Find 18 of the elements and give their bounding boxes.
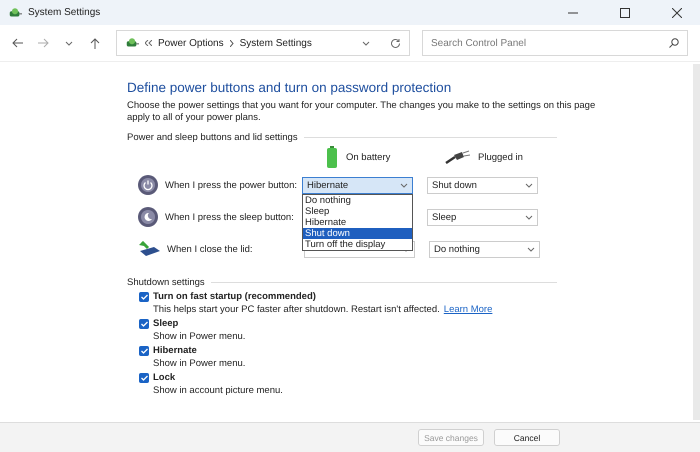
section-title: Power and sleep buttons and lid settings: [127, 132, 298, 143]
option-label: Hibernate: [153, 345, 197, 356]
setting-label: When I close the lid:: [167, 244, 254, 254]
intro-text: Choose the power settings that you want for your computer. The changes you make to the settings on this page apply to all of your power plans.: [127, 100, 596, 124]
setting-label: When I press the sleep button:: [165, 212, 295, 222]
section-title: Shutdown settings: [127, 277, 205, 288]
option-description: Show in Power menu.: [153, 358, 246, 369]
page-heading: Define power buttons and turn on password protection: [127, 80, 452, 95]
option-label: Turn on fast startup (recommended): [153, 291, 316, 302]
option-description: Show in Power menu.: [153, 331, 246, 342]
column-heading: Plugged in: [478, 152, 523, 162]
window-title: System Settings: [28, 7, 102, 18]
option-label: Sleep: [153, 318, 178, 329]
column-heading: On battery: [346, 152, 390, 162]
setting-label: When I press the power button:: [165, 180, 298, 190]
option-label: Lock: [153, 372, 176, 383]
option-description: Show in account picture menu.: [153, 385, 284, 396]
option-description: This helps start your PC faster after shutdown. Restart isn't affected. Learn More: [153, 304, 494, 315]
